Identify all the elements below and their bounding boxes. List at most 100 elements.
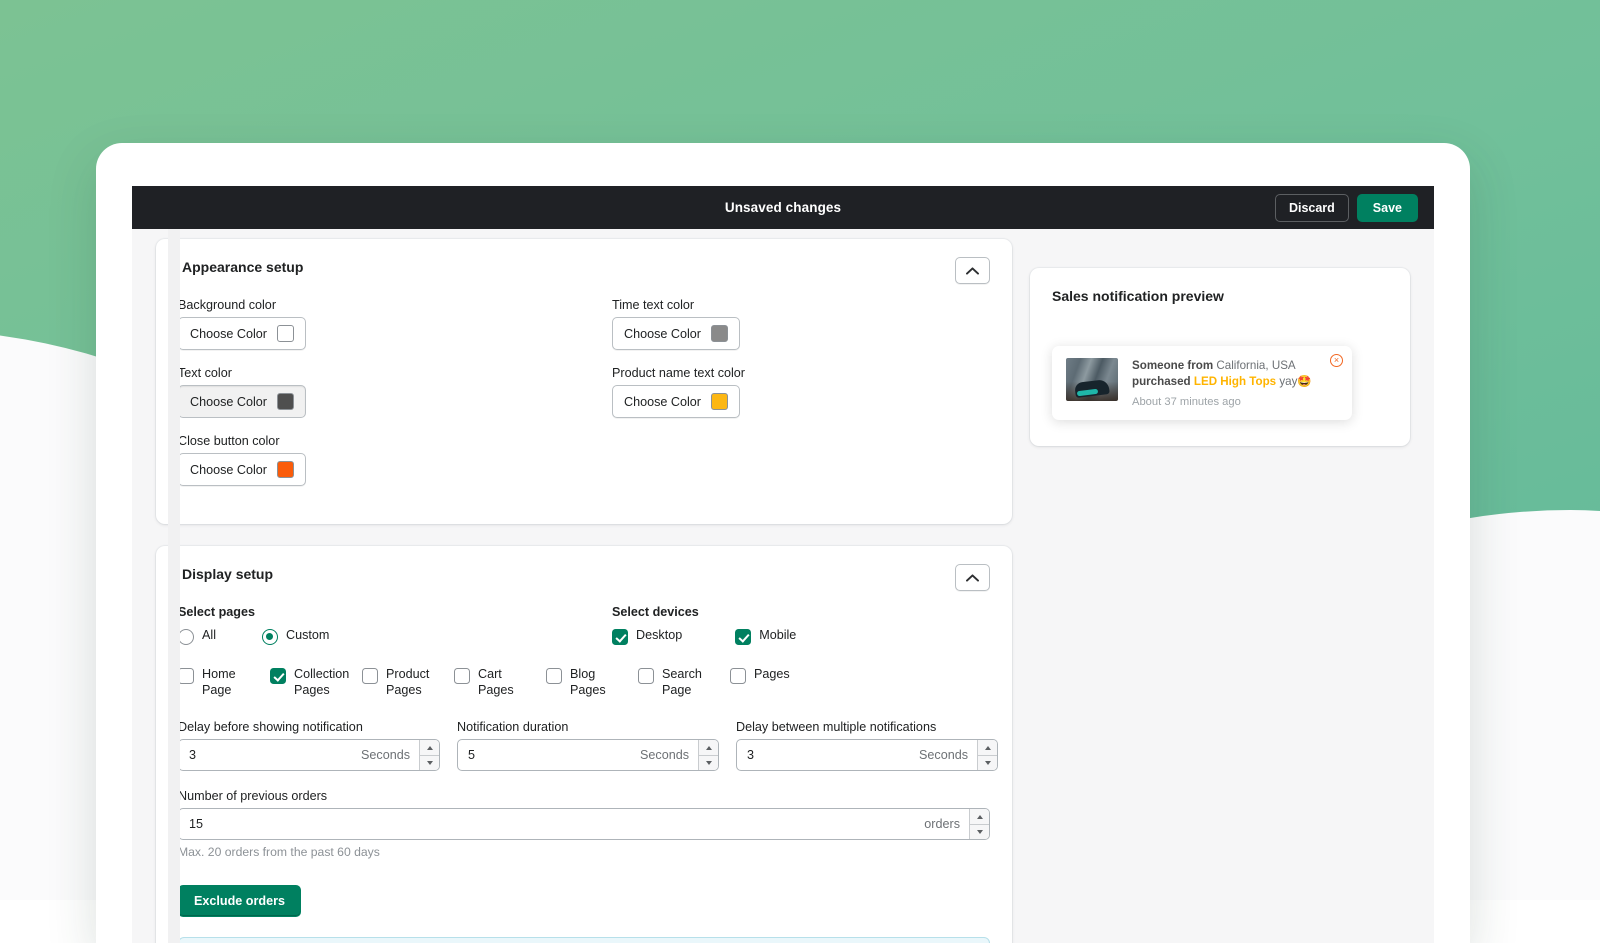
checkbox-pages[interactable]: Pages: [730, 667, 822, 698]
stepper-decrement[interactable]: [699, 755, 718, 771]
notification-line-2: purchased LED High Tops yay🤩: [1132, 374, 1338, 390]
delay-between-notifications-input-group: Seconds: [736, 739, 998, 771]
exclude-orders-button[interactable]: Exclude orders: [178, 885, 301, 917]
product-name-text-color-swatch: [711, 393, 728, 410]
notification-duration-input[interactable]: [458, 740, 640, 770]
time-text-color-field: Time text color Choose Color: [612, 298, 990, 350]
caret-up-icon: [985, 746, 991, 750]
notification-timestamp: About 37 minutes ago: [1132, 396, 1338, 408]
appearance-card-header: Appearance setup: [178, 257, 990, 284]
caret-up-icon: [977, 815, 983, 819]
checkbox-collection-pages-icon: [270, 668, 286, 684]
checkbox-cart-pages[interactable]: Cart Pages: [454, 667, 546, 698]
sales-notification-preview-title: Sales notification preview: [1052, 288, 1388, 304]
devices-checkbox-group: Desktop Mobile: [612, 628, 990, 645]
stepper-decrement[interactable]: [970, 824, 989, 840]
left-gutter: [168, 229, 180, 943]
page-content: Appearance setup Background color: [132, 229, 1434, 943]
device-frame: Unsaved changes Discard Save Appearance …: [96, 143, 1470, 943]
delay-between-notifications-input[interactable]: [737, 740, 919, 770]
background-color-field: Background color Choose Color: [178, 298, 612, 350]
close-button-color-button[interactable]: Choose Color: [178, 453, 306, 486]
checkbox-mobile[interactable]: Mobile: [735, 628, 796, 645]
checkbox-search-page[interactable]: SearchPage: [638, 667, 730, 698]
delay-before-showing-input-group: Seconds: [178, 739, 440, 771]
product-name-text-color-field: Product name text color Choose Color: [612, 366, 990, 418]
radio-all-label: All: [202, 628, 216, 644]
checkbox-blog-pages[interactable]: BlogPages: [546, 667, 638, 698]
radio-custom[interactable]: Custom: [262, 628, 329, 645]
app-viewport: Unsaved changes Discard Save Appearance …: [132, 186, 1434, 943]
discard-button[interactable]: Discard: [1275, 194, 1349, 222]
radio-all-icon: [178, 629, 194, 645]
checkbox-product-pages[interactable]: ProductPages: [362, 667, 454, 698]
checkbox-mobile-label: Mobile: [759, 628, 796, 644]
notification-duration-field: Notification duration Seconds: [457, 720, 719, 771]
checkbox-cart-pages-icon: [454, 668, 470, 684]
radio-custom-label: Custom: [286, 628, 329, 644]
display-setup-card: Display setup Select pages: [156, 546, 1012, 943]
display-setup-title: Display setup: [178, 564, 273, 582]
choose-color-label: Choose Color: [624, 395, 701, 409]
notification-text-body: Someone from California, USA purchased L…: [1132, 358, 1338, 408]
delay-between-notifications-stepper: [977, 740, 997, 770]
sales-notification-preview-card: Sales notification preview Someone from …: [1030, 268, 1410, 446]
stepper-increment[interactable]: [420, 740, 439, 755]
checkbox-desktop-label: Desktop: [636, 628, 682, 644]
notification-duration-stepper: [698, 740, 718, 770]
unsaved-changes-title: Unsaved changes: [725, 200, 841, 215]
background-color-button[interactable]: Choose Color: [178, 317, 306, 350]
checkbox-home-page-label: Home: [202, 667, 236, 681]
stepper-decrement[interactable]: [978, 755, 997, 771]
stepper-increment[interactable]: [970, 809, 989, 824]
notification-duration-input-group: Seconds: [457, 739, 719, 771]
close-circle-icon[interactable]: ×: [1330, 354, 1343, 367]
time-text-color-swatch: [711, 325, 728, 342]
notification-duration-label: Notification duration: [457, 720, 719, 734]
timing-fields-row: Delay before showing notification Second…: [178, 720, 990, 771]
delay-before-showing-input[interactable]: [179, 740, 361, 770]
appearance-left-column: Background color Choose Color Text color: [178, 298, 612, 502]
checkbox-blog-pages-icon: [546, 668, 562, 684]
text-color-label: Text color: [178, 366, 612, 380]
checkbox-home-page-icon: [178, 668, 194, 684]
checkbox-cart-pages-label: Cart: [478, 667, 502, 681]
close-button-color-field: Close button color Choose Color: [178, 434, 612, 486]
notification-location: California, USA: [1216, 359, 1295, 372]
text-color-button[interactable]: Choose Color: [178, 385, 306, 418]
checkbox-collection-pages-label: Collection: [294, 667, 349, 681]
select-pages-label: Select pages: [178, 605, 612, 619]
notification-line-1: Someone from California, USA: [1132, 358, 1338, 374]
caret-down-icon: [985, 761, 991, 765]
notification-product-name: LED High Tops: [1194, 375, 1276, 388]
appearance-collapse-button[interactable]: [955, 257, 990, 284]
close-button-color-swatch: [277, 461, 294, 478]
checkbox-desktop[interactable]: Desktop: [612, 628, 682, 645]
checkbox-cart-pages-label2: Pages: [478, 683, 514, 697]
stepper-increment[interactable]: [699, 740, 718, 755]
checkbox-collection-pages-label2: Pages: [294, 683, 330, 697]
save-button[interactable]: Save: [1357, 194, 1418, 222]
time-text-color-button[interactable]: Choose Color: [612, 317, 740, 350]
contextual-save-bar: Unsaved changes Discard Save: [132, 186, 1434, 229]
stepper-decrement[interactable]: [420, 755, 439, 771]
text-color-swatch: [277, 393, 294, 410]
checkbox-home-page[interactable]: HomePage: [178, 667, 270, 698]
caret-down-icon: [706, 761, 712, 765]
product-name-text-color-button[interactable]: Choose Color: [612, 385, 740, 418]
preview-column: Sales notification preview Someone from …: [1030, 239, 1410, 943]
select-devices-group: Select devices Desktop Mobile: [612, 605, 990, 645]
stepper-increment[interactable]: [978, 740, 997, 755]
checkbox-pages-label: Pages: [754, 667, 790, 683]
checkbox-search-page-icon: [638, 668, 654, 684]
radio-all[interactable]: All: [178, 628, 216, 645]
background-color-label: Background color: [178, 298, 612, 312]
number-of-previous-orders-input[interactable]: [179, 809, 924, 839]
select-devices-label: Select devices: [612, 605, 990, 619]
display-collapse-button[interactable]: [955, 564, 990, 591]
product-thumbnail: [1066, 358, 1118, 401]
checkbox-product-pages-icon: [362, 668, 378, 684]
number-of-previous-orders-input-group: orders: [178, 808, 990, 840]
checkbox-collection-pages[interactable]: Collection Pages: [270, 667, 362, 698]
appearance-setup-card: Appearance setup Background color: [156, 239, 1012, 524]
